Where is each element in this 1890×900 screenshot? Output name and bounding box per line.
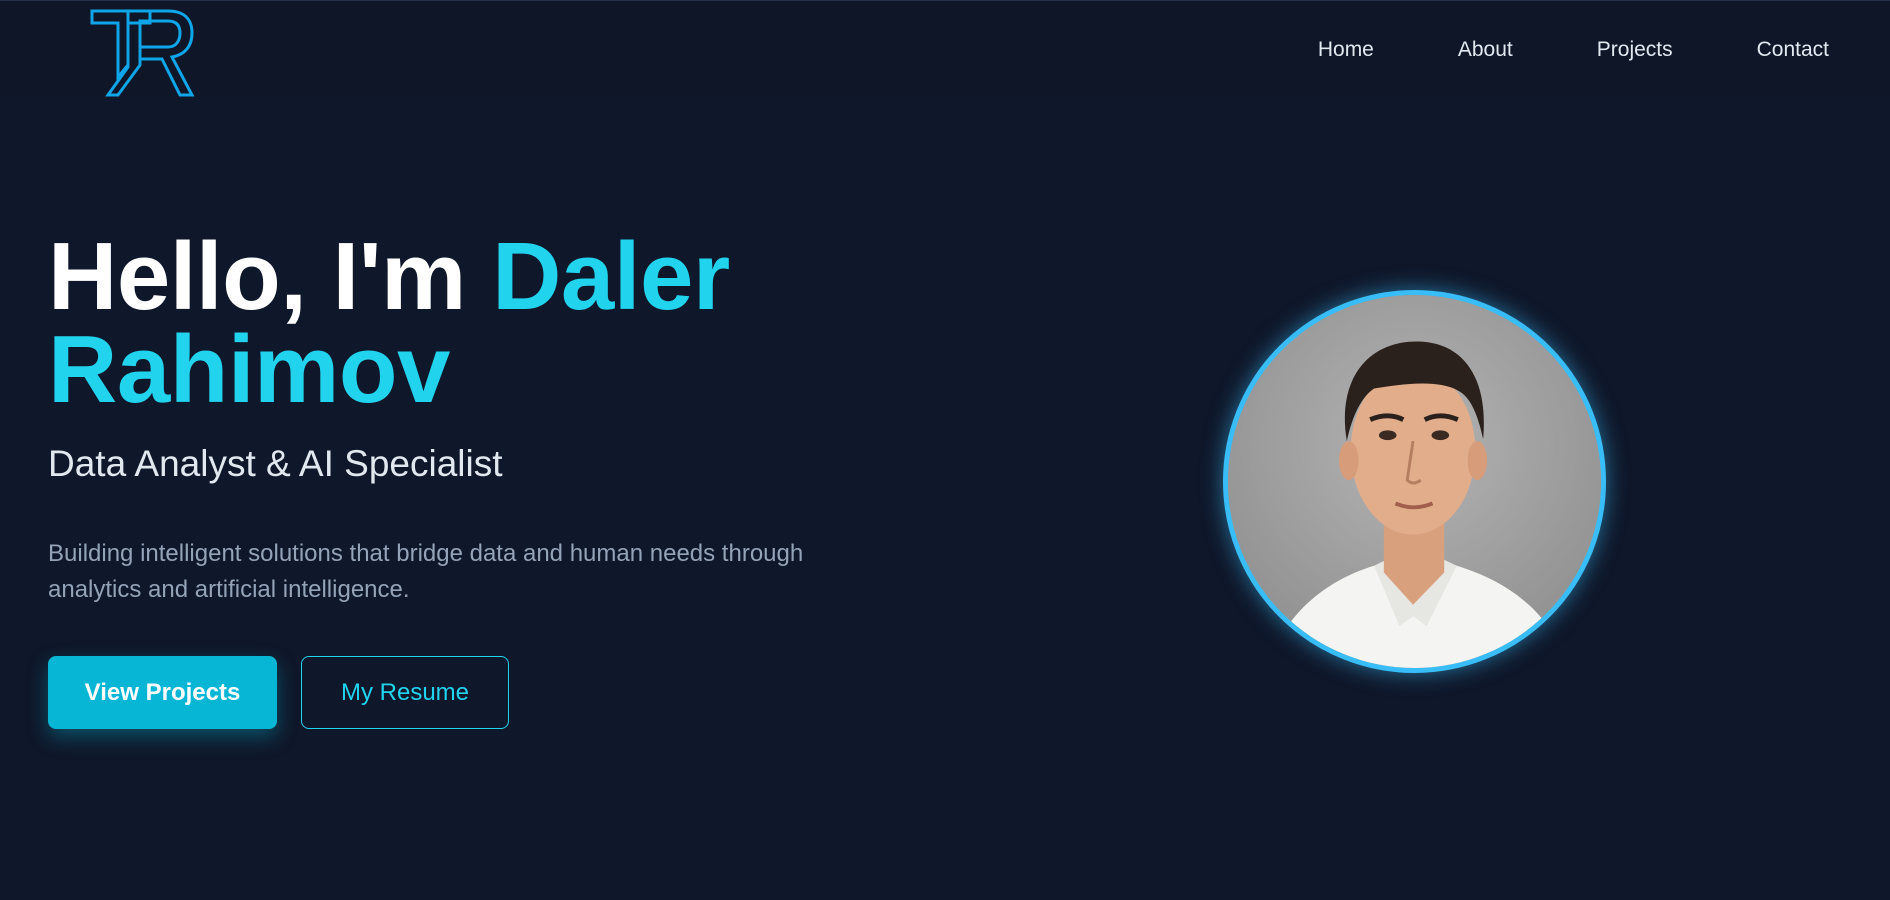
hero-name-first: Daler (492, 223, 730, 330)
nav-contact[interactable]: Contact (1757, 37, 1829, 63)
hero-description: Building intelligent solutions that brid… (48, 540, 804, 603)
nav-projects[interactable]: Projects (1597, 37, 1673, 63)
nav-home[interactable]: Home (1318, 37, 1374, 63)
my-resume-button[interactable]: My Resume (301, 656, 509, 729)
nav-about[interactable]: About (1458, 37, 1513, 63)
site-header: Home About Projects Contact (0, 0, 1890, 97)
profile-photo-illustration (1228, 295, 1601, 668)
tr-logo-icon[interactable] (88, 7, 196, 99)
main-nav: Home About Projects Contact (1318, 37, 1829, 63)
hero-title: Hello, I'm Daler Rahimov (48, 229, 948, 418)
profile-photo (1223, 290, 1606, 673)
view-projects-button[interactable]: View Projects (48, 656, 277, 729)
hero-subtitle: Data Analyst & AI Specialist (48, 443, 503, 484)
hero-name-last: Rahimov (48, 316, 450, 423)
hero-greeting: Hello, I'm (48, 223, 493, 330)
